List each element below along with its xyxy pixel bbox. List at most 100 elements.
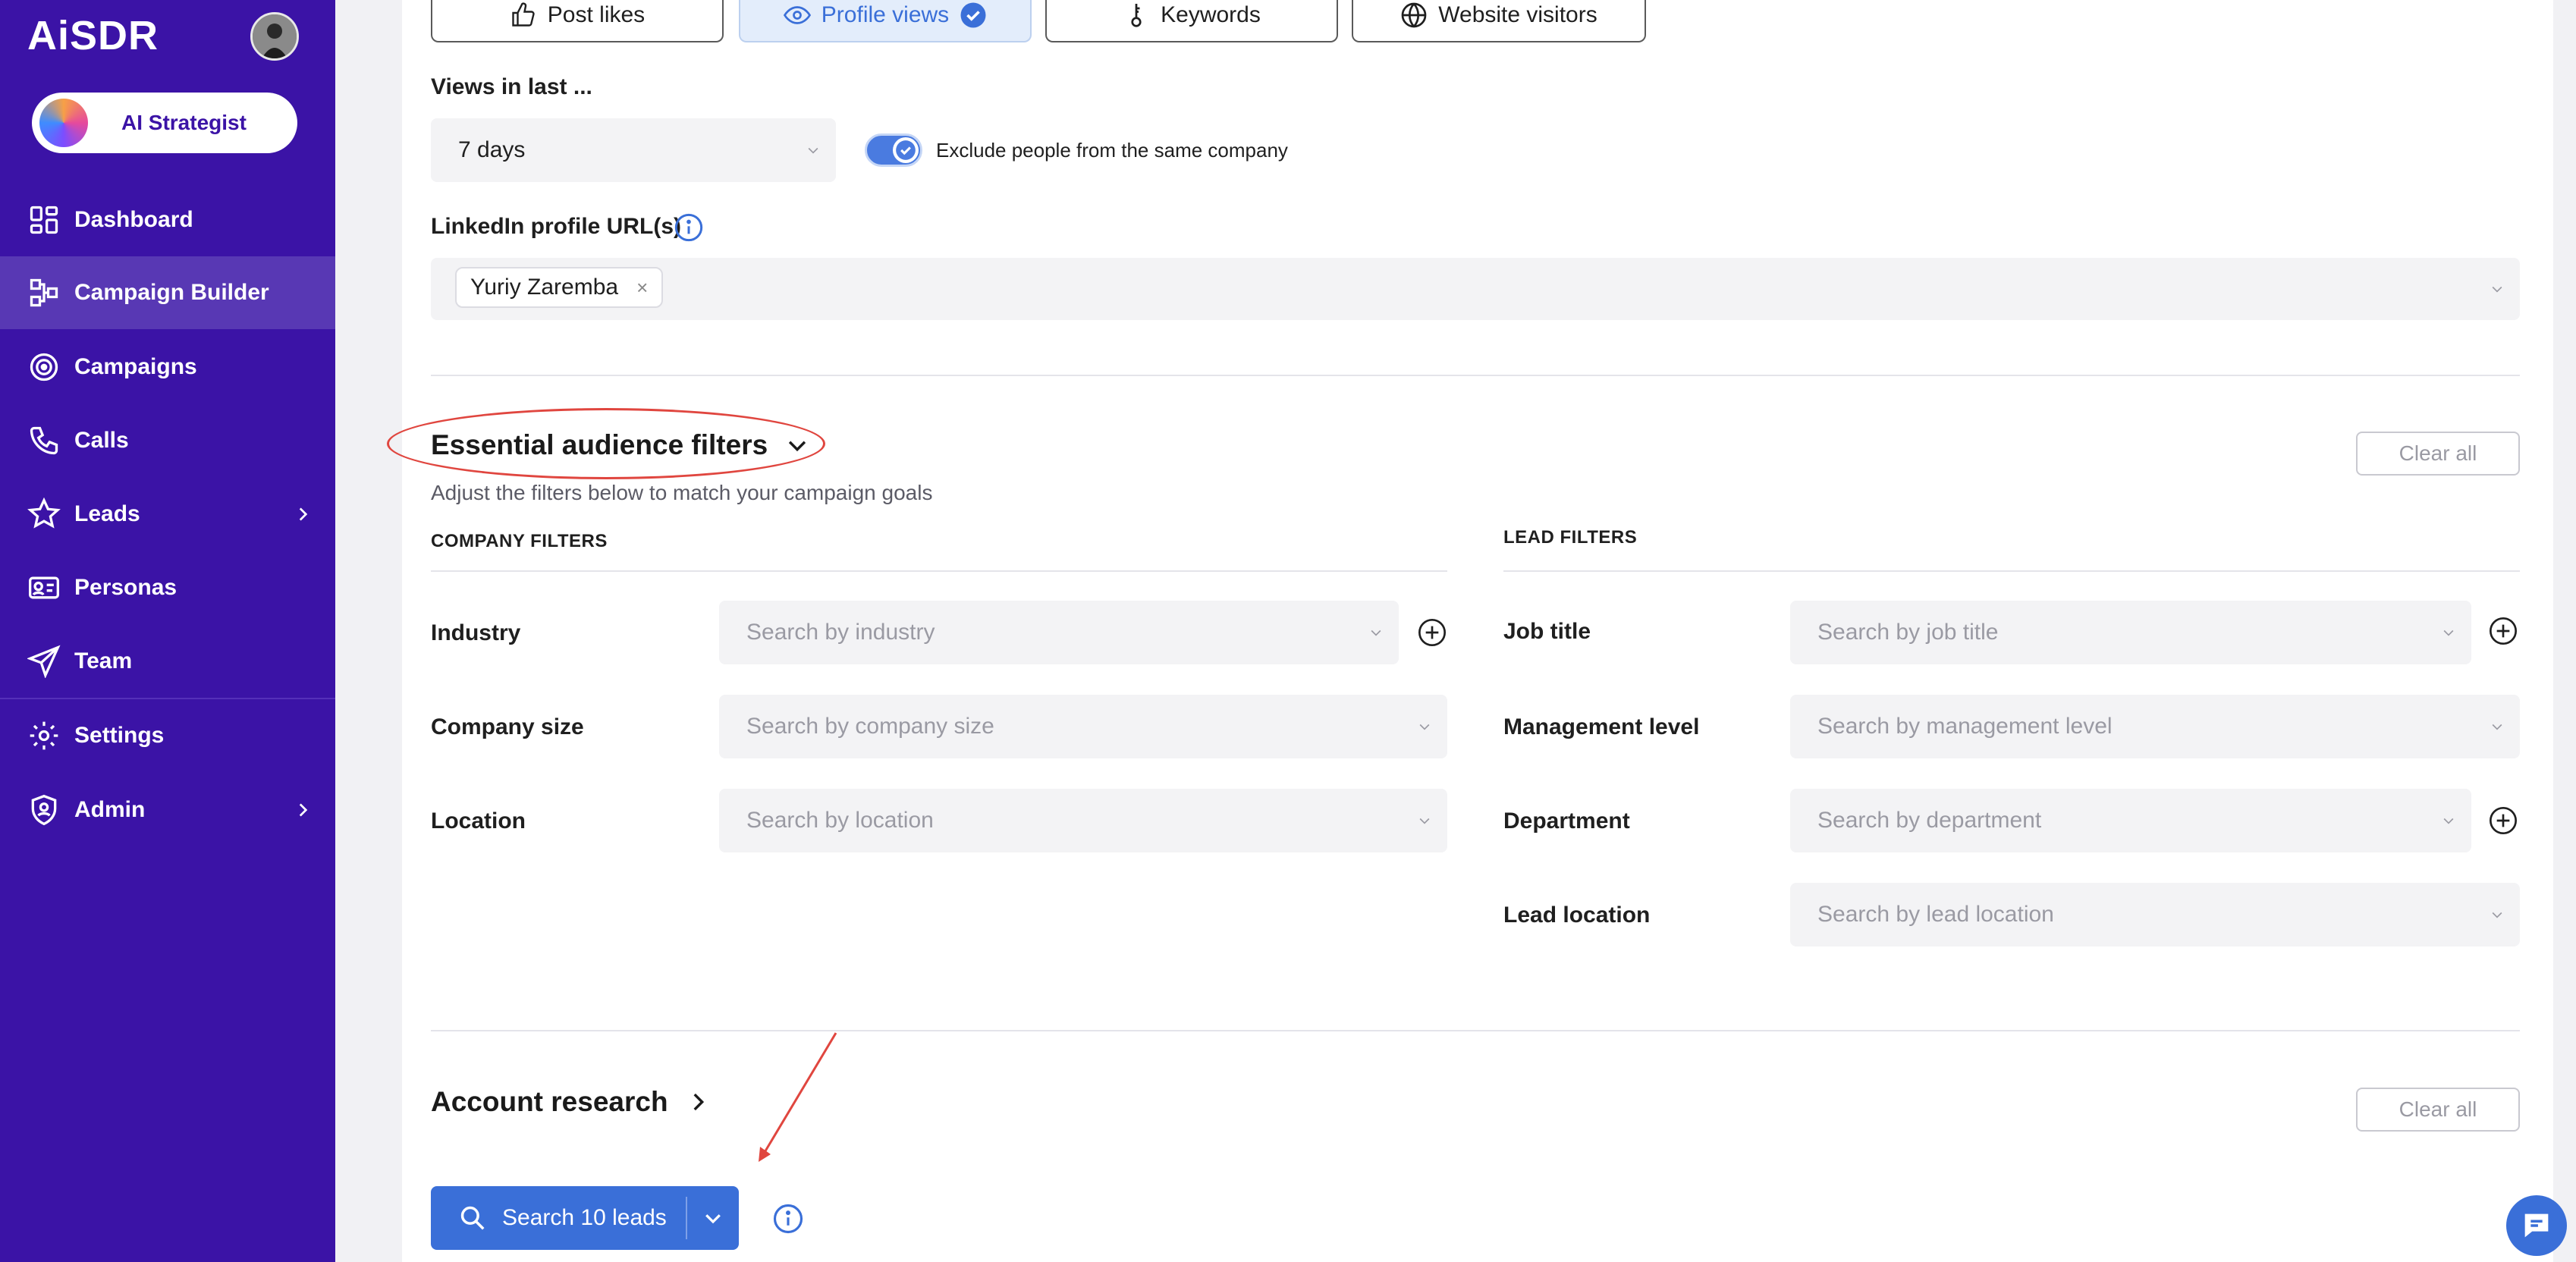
info-icon[interactable] <box>772 1203 804 1235</box>
linkedin-url-label: LinkedIn profile URL(s) <box>431 214 681 239</box>
industry-select[interactable]: Search by industry <box>719 601 1399 664</box>
app-logo: AiSDR <box>27 13 159 58</box>
search-leads-button[interactable]: Search 10 leads <box>431 1186 739 1250</box>
industry-label: Industry <box>431 620 521 645</box>
id-card-icon <box>29 576 59 599</box>
campaign-builder-icon <box>30 278 58 307</box>
chevron-down-icon <box>1419 724 1430 730</box>
ai-orb-icon <box>39 99 88 147</box>
sidebar-item-leads[interactable]: Leads <box>0 478 335 551</box>
lead-location-placeholder: Search by lead location <box>1817 902 2054 927</box>
tab-keywords[interactable]: Keywords <box>1045 0 1338 42</box>
section-divider <box>431 1030 2520 1031</box>
essential-clear-all-button[interactable]: Clear all <box>2356 432 2520 476</box>
company-filters-divider <box>431 570 1447 572</box>
sidebar-item-label: Personas <box>74 575 177 600</box>
tab-label: Keywords <box>1161 2 1261 27</box>
job-title-label: Job title <box>1503 619 1591 644</box>
account-research-clear-all-button[interactable]: Clear all <box>2356 1088 2520 1132</box>
sidebar-item-label: Team <box>74 648 133 673</box>
sidebar-item-label: Admin <box>74 797 146 822</box>
sidebar-item-label: Settings <box>74 723 165 748</box>
add-industry-icon[interactable] <box>1417 617 1447 648</box>
department-select[interactable]: Search by department <box>1790 789 2471 852</box>
sidebar-item-admin[interactable]: Admin <box>0 774 335 846</box>
ai-strategist-label: AI Strategist <box>121 111 247 134</box>
lead-filters-header: LEAD FILTERS <box>1503 527 1638 548</box>
chevron-right-icon <box>299 507 308 521</box>
chat-support-button[interactable] <box>2506 1195 2567 1256</box>
views-period-select[interactable]: 7 days <box>431 118 836 182</box>
company-size-placeholder: Search by company size <box>746 714 994 739</box>
tab-profile-views[interactable]: Profile views <box>739 0 1032 42</box>
gear-icon <box>30 721 58 750</box>
department-placeholder: Search by department <box>1817 808 2042 833</box>
key-icon <box>1131 4 1142 27</box>
sidebar-item-personas[interactable]: Personas <box>0 551 335 624</box>
avatar[interactable] <box>250 12 299 61</box>
chevron-down-icon <box>789 441 806 452</box>
search-leads-label: Search 10 leads <box>502 1205 667 1230</box>
phone-icon <box>30 426 58 455</box>
sidebar-item-settings[interactable]: Settings <box>0 699 335 772</box>
sidebar-item-team[interactable]: Team <box>0 625 335 698</box>
lead-filters-divider <box>1503 570 2520 572</box>
department-label: Department <box>1503 808 1630 833</box>
company-size-select[interactable]: Search by company size <box>719 695 1447 758</box>
exclude-same-company-toggle[interactable] <box>865 133 922 167</box>
job-title-placeholder: Search by job title <box>1817 620 1999 645</box>
essential-filters-title: Essential audience filters <box>431 429 768 460</box>
sidebar-item-campaign-builder[interactable]: Campaign Builder <box>0 256 335 329</box>
chevron-right-icon <box>299 803 308 817</box>
annotation-arrow <box>759 1032 837 1162</box>
search-icon <box>460 1206 485 1230</box>
location-placeholder: Search by location <box>746 808 934 833</box>
lead-location-select[interactable]: Search by lead location <box>1790 883 2520 946</box>
account-research-title: Account research <box>431 1086 668 1117</box>
sidebar-item-dashboard[interactable]: Dashboard <box>0 184 335 256</box>
essential-filters-toggle[interactable]: Essential audience filters <box>431 429 810 461</box>
sidebar-item-campaigns[interactable]: Campaigns <box>0 331 335 403</box>
sidebar-item-label: Calls <box>74 428 129 453</box>
globe-icon <box>1401 2 1427 28</box>
search-options-dropdown[interactable] <box>687 1207 739 1229</box>
tab-label: Website visitors <box>1438 2 1597 27</box>
tab-website-visitors[interactable]: Website visitors <box>1352 0 1646 42</box>
job-title-select[interactable]: Search by job title <box>1790 601 2471 664</box>
company-filters-header: COMPANY FILTERS <box>431 531 608 551</box>
sidebar: AiSDR AI Strategist Dashboard Campaign B… <box>0 0 335 1262</box>
sidebar-item-calls[interactable]: Calls <box>0 404 335 477</box>
management-level-select[interactable]: Search by management level <box>1790 695 2520 758</box>
sidebar-item-label: Campaign Builder <box>74 280 269 305</box>
search-leads-main[interactable]: Search 10 leads <box>431 1204 686 1232</box>
chevron-right-icon <box>693 1093 704 1111</box>
add-job-title-icon[interactable] <box>2488 616 2518 646</box>
sidebar-item-label: Dashboard <box>74 207 193 232</box>
lead-location-label: Lead location <box>1503 903 1651 928</box>
thumbs-up-icon <box>512 2 535 27</box>
location-select[interactable]: Search by location <box>719 789 1447 852</box>
star-person-icon <box>27 498 61 529</box>
management-level-placeholder: Search by management level <box>1817 714 2113 739</box>
target-icon <box>30 353 58 381</box>
shield-user-icon <box>31 794 57 826</box>
chevron-down-icon <box>705 1214 721 1224</box>
chevron-down-icon <box>2443 629 2454 636</box>
chevron-down-icon <box>2443 818 2454 824</box>
info-icon[interactable] <box>674 212 704 243</box>
linkedin-url-select[interactable] <box>431 258 2520 320</box>
tab-post-likes[interactable]: Post likes <box>431 0 724 42</box>
chip-label: Yuriy Zaremba <box>470 275 619 300</box>
chevron-down-icon <box>808 147 818 154</box>
views-period-value: 7 days <box>458 137 526 162</box>
industry-placeholder: Search by industry <box>746 620 935 645</box>
chip-remove-icon[interactable]: × <box>636 276 648 300</box>
account-research-toggle[interactable]: Account research <box>431 1086 711 1118</box>
management-level-label: Management level <box>1503 714 1700 739</box>
section-divider <box>431 375 2520 376</box>
add-department-icon[interactable] <box>2488 805 2518 836</box>
check-icon <box>896 140 916 160</box>
location-label: Location <box>431 808 526 833</box>
ai-strategist-button[interactable]: AI Strategist <box>32 93 297 153</box>
dashboard-icon <box>30 206 58 234</box>
